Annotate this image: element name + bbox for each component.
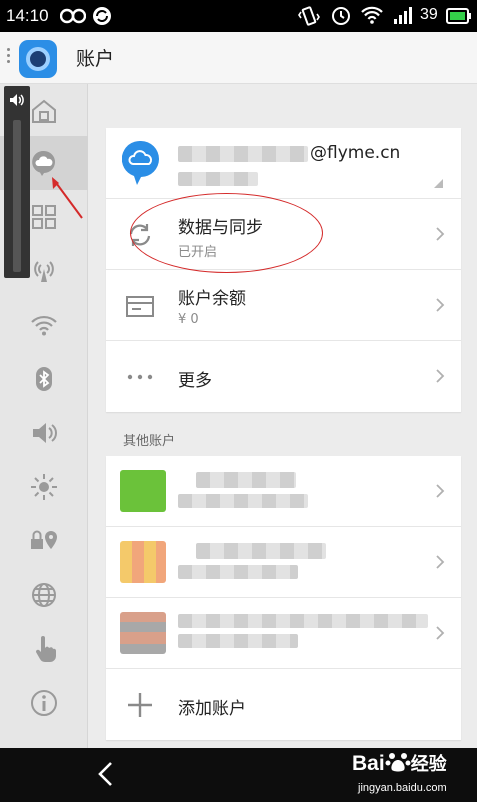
watermark-brand: Bai (352, 752, 385, 775)
status-bar: 14:10 39 (0, 0, 477, 32)
other-accounts-card: 添加账户 (106, 456, 461, 740)
qq-avatar-icon (120, 612, 166, 654)
globe-icon (32, 583, 56, 607)
speaker-icon (10, 94, 24, 106)
battery-level: 39 (420, 6, 438, 23)
masked-account-status (178, 494, 308, 508)
corner-indicator-icon (434, 179, 443, 188)
vibrate-icon (298, 6, 320, 26)
drag-handle-icon[interactable] (7, 48, 11, 68)
masked-account-status (178, 565, 298, 579)
masked-nickname (178, 172, 258, 186)
other-account-row[interactable] (106, 456, 461, 527)
cloud-badge-icon (122, 140, 159, 185)
account-content: @flyme.cn 数据与同步 已开启 账户余额 ¥ 0 更多 其他账户 添加账… (88, 84, 477, 748)
sidebar-item-language[interactable] (0, 568, 88, 622)
chevron-right-icon (436, 298, 445, 312)
info-icon (31, 690, 57, 716)
annotation-arrow-icon (52, 177, 83, 219)
sidebar-item-sound[interactable] (0, 406, 88, 460)
weibo-avatar-icon (120, 541, 166, 583)
sidebar-item-wifi[interactable] (0, 298, 88, 352)
watermark-url: jingyan.baidu.com (358, 782, 447, 794)
wechat-avatar-icon (120, 470, 166, 512)
masked-account-status (178, 634, 298, 648)
chevron-right-icon (436, 626, 445, 640)
add-account-label: 添加账户 (178, 699, 246, 719)
chevron-right-icon (436, 555, 445, 569)
other-account-row[interactable] (106, 527, 461, 598)
more-dots-icon (127, 374, 153, 380)
home-icon (32, 99, 56, 123)
add-account-row[interactable]: 添加账户 (106, 669, 461, 740)
paw-icon (385, 753, 411, 772)
more-title: 更多 (178, 371, 212, 391)
alarm-icon (332, 7, 350, 25)
balance-row[interactable]: 账户余额 ¥ 0 (106, 270, 461, 341)
other-account-row[interactable] (106, 598, 461, 669)
other-accounts-label: 其他账户 (123, 434, 176, 449)
flyme-account-row[interactable]: @flyme.cn (106, 128, 461, 199)
masked-account-name (196, 543, 326, 559)
page-title: 账户 (76, 48, 115, 70)
account-email: @flyme.cn (310, 143, 401, 163)
masked-username (178, 146, 308, 162)
infinity-icon (60, 8, 86, 24)
sidebar-item-bluetooth[interactable] (0, 352, 88, 406)
battery-icon (446, 8, 471, 24)
baidu-watermark: Bai 经验 jingyan.baidu.com (352, 750, 447, 794)
flyme-account-card: @flyme.cn 数据与同步 已开启 账户余额 ¥ 0 更多 (106, 128, 461, 412)
volume-slider[interactable] (4, 86, 30, 278)
sidebar-item-about[interactable] (0, 676, 88, 730)
more-row[interactable]: 更多 (106, 341, 461, 412)
sidebar-item-security-location[interactable] (0, 514, 88, 568)
sound-icon (33, 423, 57, 443)
watermark-zh: 经验 (410, 754, 447, 775)
bluetooth-icon (36, 367, 52, 391)
back-chevron-icon[interactable] (96, 760, 114, 788)
masked-account-name (178, 614, 428, 628)
flyme-logo-icon (19, 40, 57, 78)
wifi-icon (361, 6, 383, 24)
app-bar: 账户 (0, 32, 477, 84)
masked-account-name (196, 472, 296, 488)
navigation-bar: Bai 经验 jingyan.baidu.com (0, 748, 477, 802)
chevron-right-icon (436, 227, 445, 241)
sync-badge-icon (93, 7, 111, 25)
sidebar-item-gestures[interactable] (0, 622, 88, 676)
plus-icon (128, 693, 152, 717)
balance-value: ¥ 0 (178, 312, 199, 327)
lock-location-icon (31, 530, 57, 549)
hand-touch-icon (35, 636, 57, 662)
chevron-right-icon (436, 484, 445, 498)
brightness-icon (31, 474, 57, 500)
annotation-circle (130, 193, 323, 273)
wifi-icon (31, 315, 57, 336)
sidebar-item-display[interactable] (0, 460, 88, 514)
hotspot-icon (34, 261, 54, 282)
chevron-right-icon (436, 369, 445, 383)
balance-title: 账户余额 (178, 289, 246, 309)
volume-track[interactable] (13, 120, 21, 272)
wallet-icon (126, 296, 154, 317)
status-time: 14:10 (6, 6, 49, 25)
signal-3g-icon (394, 7, 412, 24)
